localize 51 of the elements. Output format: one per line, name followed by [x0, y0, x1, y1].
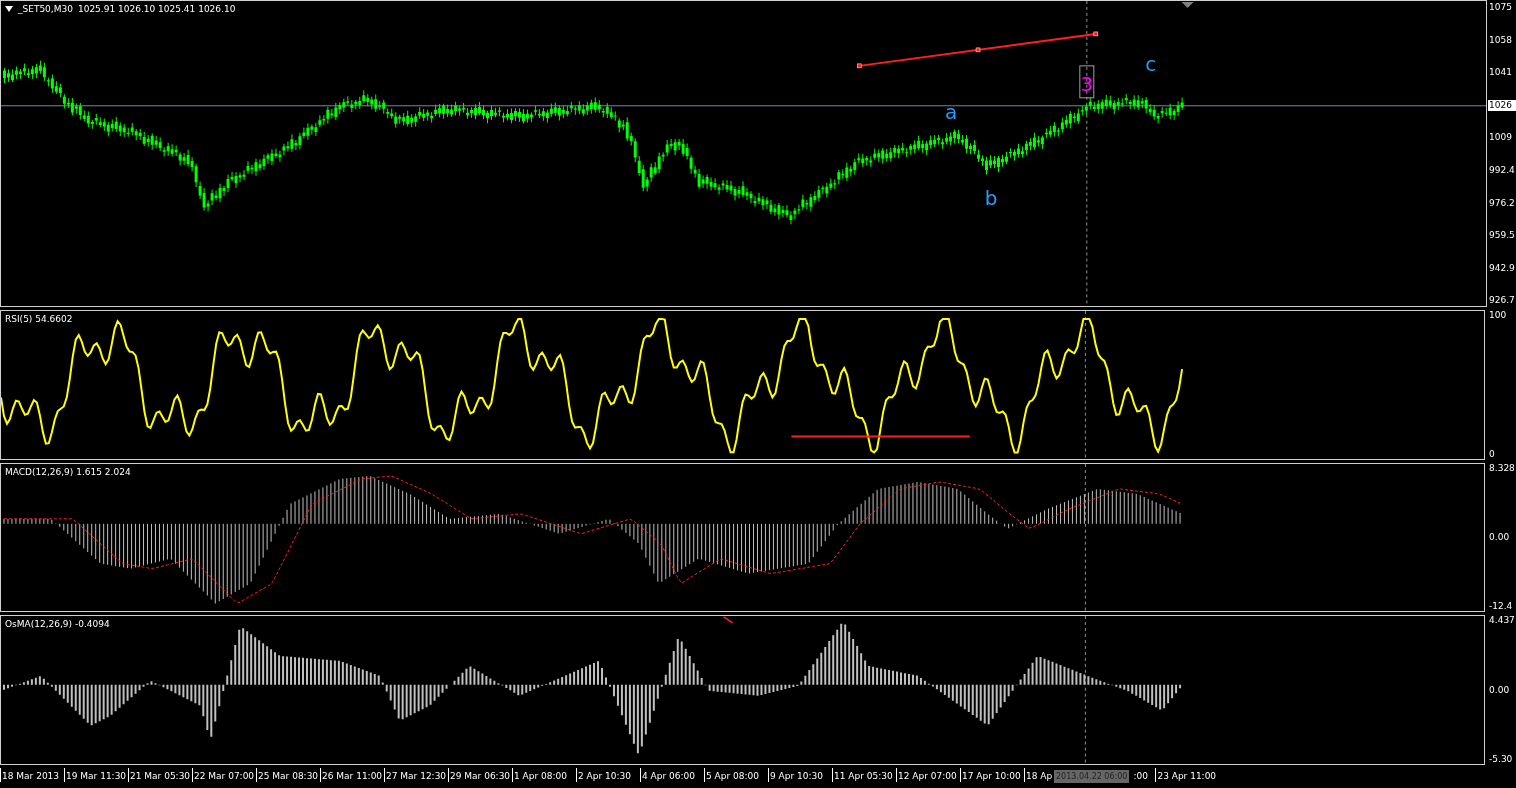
chart-shift-icon[interactable]: [1181, 2, 1194, 8]
axis-label: 8.328: [1488, 462, 1516, 474]
trend-line[interactable]: [790, 435, 971, 438]
time-label: 27 Mar 12:30: [384, 767, 448, 782]
time-label: 5 Apr 08:00: [704, 767, 768, 782]
time-label: 21 Mar 05:30: [128, 767, 192, 782]
ohlc-values: 1025.91 1026.10 1025.41 1026.10: [77, 4, 236, 14]
axis-label: 1058: [1488, 34, 1513, 46]
time-label: 19 Mar 11:30: [64, 767, 128, 782]
time-label: 22 Mar 07:00: [192, 767, 256, 782]
axis-label: -12.4: [1488, 601, 1514, 613]
wave-label: c: [1145, 51, 1157, 76]
axis-label: 0.00: [1488, 684, 1511, 696]
time-label: 2 Apr 10:30: [576, 767, 640, 782]
axis-label: 926.7: [1488, 295, 1516, 307]
indicator-label: OsMA(12,26,9) -0.4094: [5, 619, 110, 630]
time-label: 18 Mar 2013: [0, 767, 64, 782]
axis-label: 959.5: [1488, 230, 1516, 242]
trend-line[interactable]: [722, 616, 734, 625]
axis-label: 0: [1488, 448, 1496, 460]
time-label: 4 Apr 06:00: [640, 767, 704, 782]
wave-label: a: [945, 99, 958, 124]
axis-label: 1075: [1488, 2, 1513, 13]
axis-label: 1041: [1488, 67, 1513, 79]
time-label: :00: [1132, 769, 1149, 782]
cursor-time-label: 2013.04.22 06:00: [1054, 769, 1130, 783]
time-label: 26 Mar 11:00: [320, 767, 384, 782]
symbol-label: _SET50,M30: [18, 4, 73, 14]
trend-line[interactable]: [857, 31, 1099, 69]
axis-label: 1009: [1488, 132, 1513, 144]
axis-label: -5.30: [1488, 753, 1514, 765]
time-label: 29 Mar 06:30: [448, 767, 512, 782]
wave-label: b: [984, 185, 998, 210]
dropdown-icon[interactable]: [5, 6, 13, 12]
axis-label: 4.437: [1488, 615, 1516, 627]
boxed-wave-label: 3: [1079, 65, 1095, 99]
axis-label: 100: [1488, 310, 1508, 322]
time-label: 11 Apr 05:30: [832, 767, 896, 782]
axis-label: 992.4: [1488, 164, 1516, 176]
indicator-label: RSI(5) 54.6602: [5, 314, 73, 325]
time-label: 9 Apr 10:30: [768, 767, 832, 782]
time-label: 17 Apr 10:00: [960, 767, 1024, 782]
indicator-label: MACD(12,26,9) 1.615 2.024: [5, 466, 131, 477]
time-label: 1 Apr 08:00: [512, 767, 576, 782]
axis-label: 942.9: [1488, 262, 1516, 274]
time-label: 12 Apr 07:00: [896, 767, 960, 782]
time-label: 23 Apr 11:00: [1155, 767, 1236, 782]
time-label: 25 Mar 08:30: [256, 767, 320, 782]
axis-label: 0.00: [1488, 532, 1511, 544]
axis-label: 976.2: [1488, 197, 1516, 209]
axis-label: 1026: [1488, 99, 1516, 111]
